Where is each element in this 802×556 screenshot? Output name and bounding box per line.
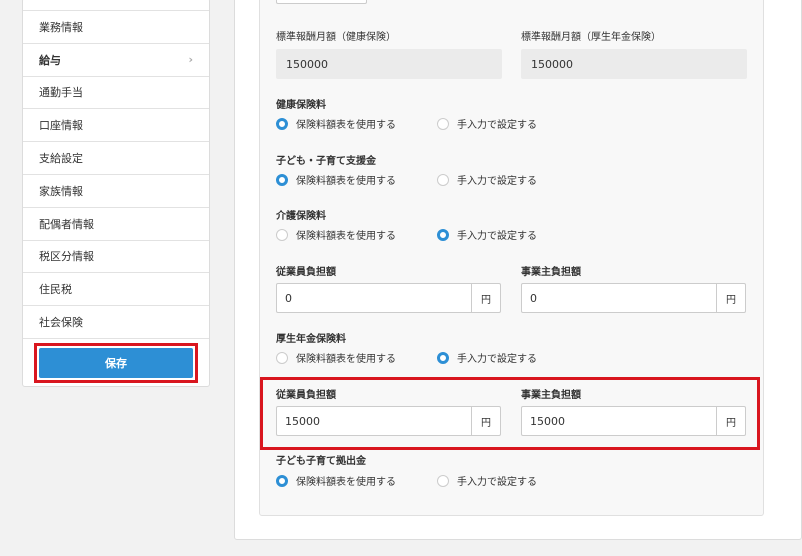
sidebar-item-payment-settings[interactable]: 支給設定 xyxy=(23,142,209,175)
sidebar-item-label: 税区分情報 xyxy=(39,250,94,264)
chevron-right-icon: › xyxy=(188,53,193,67)
care-employer-input[interactable]: 0円 xyxy=(521,283,746,313)
health-ins-label: 健康保険料 xyxy=(276,100,326,111)
yen-unit: 円 xyxy=(726,294,736,306)
radio-label: 手入力で設定する xyxy=(457,176,537,187)
std-health-value: 150000 xyxy=(276,49,502,79)
pension-amounts-highlight xyxy=(260,377,760,450)
sidebar-item-label: 社会保険 xyxy=(39,316,83,330)
save-button-highlight: 保存 xyxy=(34,343,198,383)
care-ins-radio-manual[interactable]: 手入力で設定する xyxy=(437,227,537,242)
radio-unselected[interactable] xyxy=(437,173,449,186)
care-ins-label: 介護保険料 xyxy=(276,211,326,222)
radio-label: 手入力で設定する xyxy=(457,231,537,242)
pension-radio-table[interactable]: 保険料額表を使用する xyxy=(276,350,396,365)
input-value[interactable]: 0 xyxy=(522,284,717,312)
sidebar-item-bank[interactable]: 口座情報 xyxy=(23,109,209,143)
sidebar-item-label: 通勤手当 xyxy=(39,86,83,100)
care-employer-label: 事業主負担額 xyxy=(521,267,581,278)
sidebar-item-resident-tax[interactable]: 住民税 xyxy=(23,273,209,307)
radio-selected[interactable] xyxy=(276,117,288,130)
child-support-radio-table[interactable]: 保険料額表を使用する xyxy=(276,172,396,187)
sidebar-item-label: 口座情報 xyxy=(39,119,83,133)
sidebar-item-label: 給与 xyxy=(39,53,61,67)
child-contrib-radio-table[interactable]: 保険料額表を使用する xyxy=(276,473,396,488)
child-contrib-label: 子ども子育て拠出金 xyxy=(276,456,366,467)
radio-selected[interactable] xyxy=(276,474,288,487)
radio-label: 保険料額表を使用する xyxy=(296,231,396,242)
radio-label: 保険料額表を使用する xyxy=(296,477,396,488)
radio-unselected[interactable] xyxy=(437,474,449,487)
health-ins-radio-manual[interactable]: 手入力で設定する xyxy=(437,116,537,131)
radio-unselected[interactable] xyxy=(276,228,288,241)
care-employee-label: 従業員負担額 xyxy=(276,267,336,278)
radio-selected[interactable] xyxy=(437,351,449,364)
child-support-label: 子ども・子育て支援金 xyxy=(276,156,376,167)
sidebar-item-spouse[interactable]: 配偶者情報 xyxy=(23,208,209,241)
radio-label: 保険料額表を使用する xyxy=(296,354,396,365)
child-support-radio-manual[interactable]: 手入力で設定する xyxy=(437,172,537,187)
radio-unselected[interactable] xyxy=(276,351,288,364)
radio-label: 手入力で設定する xyxy=(457,120,537,131)
radio-unselected[interactable] xyxy=(437,117,449,130)
sidebar-item-label: 住民税 xyxy=(39,283,72,297)
sidebar-item-salary[interactable]: 給与 › xyxy=(23,44,209,77)
child-contrib-radio-manual[interactable]: 手入力で設定する xyxy=(437,473,537,488)
radio-selected[interactable] xyxy=(276,173,288,186)
health-ins-radio-table[interactable]: 保険料額表を使用する xyxy=(276,116,396,131)
sidebar-item-social-insurance[interactable]: 社会保険 xyxy=(23,306,209,339)
yen-unit: 円 xyxy=(481,294,491,306)
radio-selected[interactable] xyxy=(437,228,449,241)
save-button[interactable]: 保存 xyxy=(39,348,193,378)
radio-label: 手入力で設定する xyxy=(457,354,537,365)
sidebar-item-commute[interactable]: 通勤手当 xyxy=(23,77,209,110)
sidebar-item-label: 業務情報 xyxy=(39,20,83,34)
std-health-label: 標準報酬月額（健康保険） xyxy=(276,32,396,43)
care-ins-radio-table[interactable]: 保険料額表を使用する xyxy=(276,227,396,242)
sidebar-item-label: 配偶者情報 xyxy=(39,217,94,231)
sidebar-nav: 業務情報 給与 › 通勤手当 口座情報 支給設定 家族情報 配偶者情報 税区分情報… xyxy=(22,0,210,387)
sidebar-item-label: 家族情報 xyxy=(39,184,83,198)
std-pension-label: 標準報酬月額（厚生年金保険） xyxy=(521,32,661,43)
radio-label: 保険料額表を使用する xyxy=(296,120,396,131)
pension-radio-manual[interactable]: 手入力で設定する xyxy=(437,350,537,365)
pension-ins-label: 厚生年金保険料 xyxy=(276,334,346,345)
radio-label: 保険料額表を使用する xyxy=(296,176,396,187)
radio-label: 手入力で設定する xyxy=(457,477,537,488)
sidebar-item-top[interactable] xyxy=(23,0,209,11)
input-value[interactable]: 0 xyxy=(277,284,472,312)
sidebar-item-family[interactable]: 家族情報 xyxy=(23,175,209,208)
sidebar-item-label: 支給設定 xyxy=(39,152,83,166)
sidebar-item-tax-category[interactable]: 税区分情報 xyxy=(23,241,209,274)
care-employee-input[interactable]: 0円 xyxy=(276,283,501,313)
top-field-edge[interactable] xyxy=(276,0,367,4)
std-pension-value: 150000 xyxy=(521,49,747,79)
sidebar-item-business-info[interactable]: 業務情報 xyxy=(23,11,209,44)
